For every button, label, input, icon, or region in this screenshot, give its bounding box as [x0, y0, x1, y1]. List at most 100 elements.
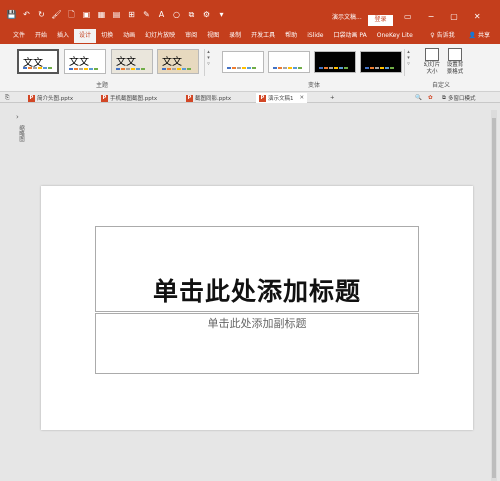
maximize-icon[interactable]: ▢ [450, 12, 458, 21]
variant-thumbnail[interactable] [268, 51, 310, 73]
picture-icon[interactable]: ▣ [81, 9, 92, 20]
color-swatch [324, 67, 328, 69]
subtitle-placeholder[interactable]: 单击此处添加副标题 [95, 313, 419, 374]
theme-thumbnail[interactable]: 文文 [111, 49, 153, 74]
menu-item-12[interactable]: iSlide [302, 29, 328, 43]
save-icon[interactable]: 💾 [6, 9, 17, 20]
close-icon[interactable]: ✕ [474, 12, 481, 21]
document-tab[interactable]: P 演示文稿1 ✕ [256, 93, 308, 103]
menu-item-7[interactable]: 审阅 [180, 29, 202, 43]
color-swatch [38, 67, 42, 69]
tell-me-button[interactable]: ♀ 告诉我 [430, 30, 454, 39]
color-swatch [43, 67, 47, 69]
color-swatch [385, 67, 389, 69]
color-swatch [131, 68, 135, 70]
vertical-scrollbar[interactable] [491, 110, 497, 481]
menu-item-9[interactable]: 录制 [224, 29, 246, 43]
multi-window-button[interactable]: ⧉ 多窗口模式 [442, 93, 475, 103]
title-bar: 💾 ↶ ↻ 🖌 🗋 ▣ ▦ ▤ ⊞ ✎ A ○ ⧉ ⚙ ▾ 演示文稿... 登录 ▭ − ▢ ✕ [0, 0, 500, 28]
color-swatch [252, 67, 256, 69]
ribbon-display-icon[interactable]: ▭ [404, 12, 412, 21]
document-title: 演示文稿... [332, 14, 362, 21]
document-tab[interactable]: P 手机截图截图.pptx [101, 93, 157, 103]
color-swatch [329, 67, 333, 69]
menu-item-3[interactable]: 设计 [74, 29, 97, 43]
format-background-button[interactable]: 设置背 景格式 [443, 48, 467, 76]
menu-item-0[interactable]: 文件 [8, 29, 30, 43]
theme-thumbnail[interactable]: 文文 [17, 49, 59, 74]
add-tab-button[interactable]: + [330, 93, 335, 103]
undo-icon[interactable]: ↶ [21, 9, 32, 20]
document-tab[interactable]: P 截图同影.pptx [186, 93, 231, 103]
variant-color-swatches [319, 67, 348, 69]
theme-color-swatches [116, 68, 145, 70]
themes-gallery-scroll[interactable]: ▴ ▾ ▿ [204, 49, 212, 76]
minimize-icon[interactable]: − [428, 12, 435, 21]
new-doc-icon[interactable]: 🗋 [66, 9, 77, 20]
login-button[interactable]: 登录 [368, 15, 393, 26]
insert-icon[interactable]: ⊞ [126, 9, 137, 20]
menu-item-5[interactable]: 动画 [118, 29, 140, 43]
tab-strip-menu-icon[interactable]: ⎘ [5, 93, 9, 103]
more-icon[interactable]: ▾ [216, 9, 227, 20]
color-swatch [33, 67, 37, 69]
menu-item-6[interactable]: 幻灯片放映 [140, 29, 180, 43]
tell-me-label: 告诉我 [436, 32, 455, 39]
powerpoint-icon: P [186, 94, 193, 102]
color-swatch [136, 68, 140, 70]
share-button[interactable]: 👤 共享 [469, 30, 490, 39]
menu-item-10[interactable]: 开发工具 [246, 29, 280, 43]
format-painter-icon[interactable]: 🖌 [51, 9, 62, 20]
variant-color-swatches [227, 67, 256, 69]
color-swatch [242, 67, 246, 69]
theme-thumbnail[interactable]: 文文 [157, 49, 199, 74]
menu-item-11[interactable]: 帮助 [280, 29, 302, 43]
settings-icon[interactable]: ✿ [428, 93, 433, 103]
color-swatch [273, 67, 277, 69]
menu-bar: 文件 开始 插入 设计 切换 动画 幻灯片放映 审阅 视图 录制 开发工具 帮助 iSlide 口袋动画 … [0, 28, 500, 44]
color-swatch [74, 68, 78, 70]
scrollbar-thumb[interactable] [492, 118, 496, 478]
variant-thumbnail[interactable] [222, 51, 264, 73]
color-swatch [69, 68, 73, 70]
menu-item-13[interactable]: 口袋动画 PA [329, 29, 372, 43]
gear-icon[interactable]: ⚙ [201, 9, 212, 20]
document-tab[interactable]: P 简介头图.pptx [28, 93, 73, 103]
slide-subtitle[interactable]: 单击此处添加副标题 [96, 315, 418, 331]
color-swatch [288, 67, 292, 69]
title-placeholder[interactable]: 单击此处添加标题 [95, 226, 419, 312]
menu-item-1[interactable]: 开始 [30, 29, 52, 43]
expand-pane-icon[interactable]: › [16, 113, 19, 121]
menu-item-2[interactable]: 插入 [52, 29, 74, 43]
font-color-icon[interactable]: A [156, 9, 167, 20]
variant-thumbnail[interactable] [314, 51, 356, 73]
search-icon[interactable]: 🔍 [415, 93, 422, 103]
color-swatch [380, 67, 384, 69]
format-background-icon [448, 48, 462, 61]
document-tab-strip: ⎘ + 🔍 ✿ ⧉ 多窗口模式 P 简介头图.pptx P 手机截图截图.pptx P 截图… [0, 92, 500, 103]
theme-thumbnail[interactable]: 文文 [64, 49, 106, 74]
menu-item-4[interactable]: 切换 [96, 29, 118, 43]
table-icon[interactable]: ▦ [96, 9, 107, 20]
slide[interactable]: 单击此处添加标题 单击此处添加副标题 [41, 186, 473, 430]
color-swatch [89, 68, 93, 70]
redo-icon[interactable]: ↻ [36, 9, 47, 20]
variant-thumbnail[interactable] [360, 51, 402, 73]
menu-item-14[interactable]: OneKey Lite [372, 29, 418, 43]
variants-gallery-scroll[interactable]: ▴ ▾ ▿ [404, 49, 412, 76]
menu-item-8[interactable]: 视图 [202, 29, 224, 43]
variants-group-label: 变体 [308, 82, 321, 89]
color-swatch [121, 68, 125, 70]
layout-icon[interactable]: ▤ [111, 9, 122, 20]
theme-sample-text: 文文 [116, 57, 136, 68]
shape-icon[interactable]: ○ [171, 9, 182, 20]
pen-icon[interactable]: ✎ [141, 9, 152, 20]
color-swatch [28, 67, 32, 69]
powerpoint-icon: P [259, 94, 266, 102]
slide-size-button[interactable]: 幻灯片 大小 [420, 48, 444, 76]
close-tab-icon[interactable]: ✕ [300, 95, 305, 101]
group-icon[interactable]: ⧉ [186, 9, 197, 20]
theme-color-swatches [23, 67, 52, 69]
customize-group-label: 自定义 [432, 82, 451, 89]
slide-title[interactable]: 单击此处添加标题 [96, 272, 418, 308]
